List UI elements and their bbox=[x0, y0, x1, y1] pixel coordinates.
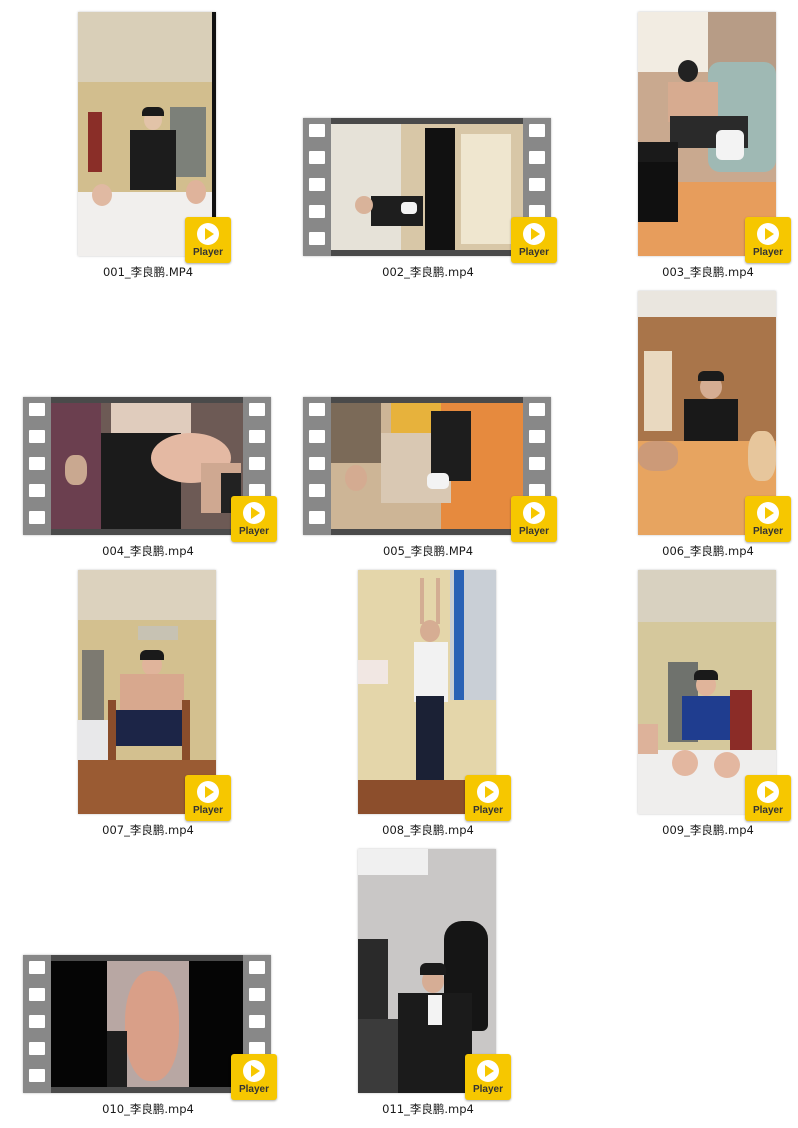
filmstrip-edge bbox=[23, 397, 51, 535]
player-badge[interactable]: Player bbox=[185, 775, 231, 821]
file-tile-003[interactable]: Player 003_李良鹏.mp4 bbox=[570, 0, 798, 279]
play-circle-icon bbox=[523, 502, 545, 524]
thumbnail[interactable]: Player bbox=[570, 558, 798, 821]
play-circle-icon bbox=[757, 781, 779, 803]
player-badge[interactable]: Player bbox=[185, 217, 231, 263]
thumbnail[interactable]: Player bbox=[10, 558, 286, 821]
file-tile-001[interactable]: Player 001_李良鹏.MP4 bbox=[10, 0, 286, 279]
thumbnail[interactable]: Player bbox=[290, 558, 566, 821]
thumbnail[interactable]: Player bbox=[10, 0, 286, 263]
file-tile-007[interactable]: Player 007_李良鹏.mp4 bbox=[10, 558, 286, 837]
file-tile-011[interactable]: Player 011_李良鹏.mp4 bbox=[290, 837, 566, 1116]
file-tile-010[interactable]: Player 010_李良鹏.mp4 bbox=[10, 837, 286, 1116]
file-name[interactable]: 001_李良鹏.MP4 bbox=[10, 264, 286, 280]
file-name[interactable]: 002_李良鹏.mp4 bbox=[290, 264, 566, 280]
play-circle-icon bbox=[243, 502, 265, 524]
play-circle-icon bbox=[477, 1060, 499, 1082]
file-name[interactable]: 011_李良鹏.mp4 bbox=[290, 1101, 566, 1117]
player-badge[interactable]: Player bbox=[231, 496, 277, 542]
player-badge[interactable]: Player bbox=[745, 217, 791, 263]
file-thumbnail-grid: Player 001_李良鹏.MP4 Player 002_李良鹏.mp4 Pl… bbox=[0, 0, 798, 1128]
play-circle-icon bbox=[757, 223, 779, 245]
thumbnail[interactable]: Player bbox=[10, 837, 286, 1100]
file-tile-008[interactable]: Player 008_李良鹏.mp4 bbox=[290, 558, 566, 837]
filmstrip-edge bbox=[303, 118, 331, 256]
player-badge[interactable]: Player bbox=[231, 1054, 277, 1100]
file-name[interactable]: 009_李良鹏.mp4 bbox=[570, 822, 798, 838]
play-circle-icon bbox=[243, 1060, 265, 1082]
player-badge[interactable]: Player bbox=[745, 496, 791, 542]
thumbnail[interactable]: Player bbox=[290, 837, 566, 1100]
file-tile-005[interactable]: Player 005_李良鹏.MP4 bbox=[290, 279, 566, 558]
play-circle-icon bbox=[523, 223, 545, 245]
file-name[interactable]: 004_李良鹏.mp4 bbox=[10, 543, 286, 559]
player-badge[interactable]: Player bbox=[745, 775, 791, 821]
filmstrip-edge bbox=[303, 397, 331, 535]
thumbnail[interactable]: Player bbox=[10, 279, 286, 542]
file-tile-009[interactable]: Player 009_李良鹏.mp4 bbox=[570, 558, 798, 837]
file-tile-006[interactable]: Player 006_李良鹏.mp4 bbox=[570, 279, 798, 558]
thumbnail[interactable]: Player bbox=[570, 0, 798, 263]
play-circle-icon bbox=[757, 502, 779, 524]
file-name[interactable]: 008_李良鹏.mp4 bbox=[290, 822, 566, 838]
file-tile-004[interactable]: Player 004_李良鹏.mp4 bbox=[10, 279, 286, 558]
video-thumbnail-image bbox=[331, 403, 523, 529]
video-thumbnail-image bbox=[331, 124, 523, 250]
filmstrip-edge bbox=[23, 955, 51, 1093]
thumbnail[interactable]: Player bbox=[290, 279, 566, 542]
play-circle-icon bbox=[477, 781, 499, 803]
player-badge[interactable]: Player bbox=[465, 1054, 511, 1100]
file-name[interactable]: 007_李良鹏.mp4 bbox=[10, 822, 286, 838]
play-circle-icon bbox=[197, 781, 219, 803]
player-badge[interactable]: Player bbox=[465, 775, 511, 821]
file-name[interactable]: 006_李良鹏.mp4 bbox=[570, 543, 798, 559]
play-circle-icon bbox=[197, 223, 219, 245]
file-name[interactable]: 010_李良鹏.mp4 bbox=[10, 1101, 286, 1117]
player-badge[interactable]: Player bbox=[511, 217, 557, 263]
file-name[interactable]: 003_李良鹏.mp4 bbox=[570, 264, 798, 280]
player-badge[interactable]: Player bbox=[511, 496, 557, 542]
thumbnail[interactable]: Player bbox=[570, 279, 798, 542]
video-thumbnail-image bbox=[51, 961, 243, 1087]
file-tile-002[interactable]: Player 002_李良鹏.mp4 bbox=[290, 0, 566, 279]
file-name[interactable]: 005_李良鹏.MP4 bbox=[290, 543, 566, 559]
thumbnail[interactable]: Player bbox=[290, 0, 566, 263]
video-thumbnail-image bbox=[51, 403, 243, 529]
